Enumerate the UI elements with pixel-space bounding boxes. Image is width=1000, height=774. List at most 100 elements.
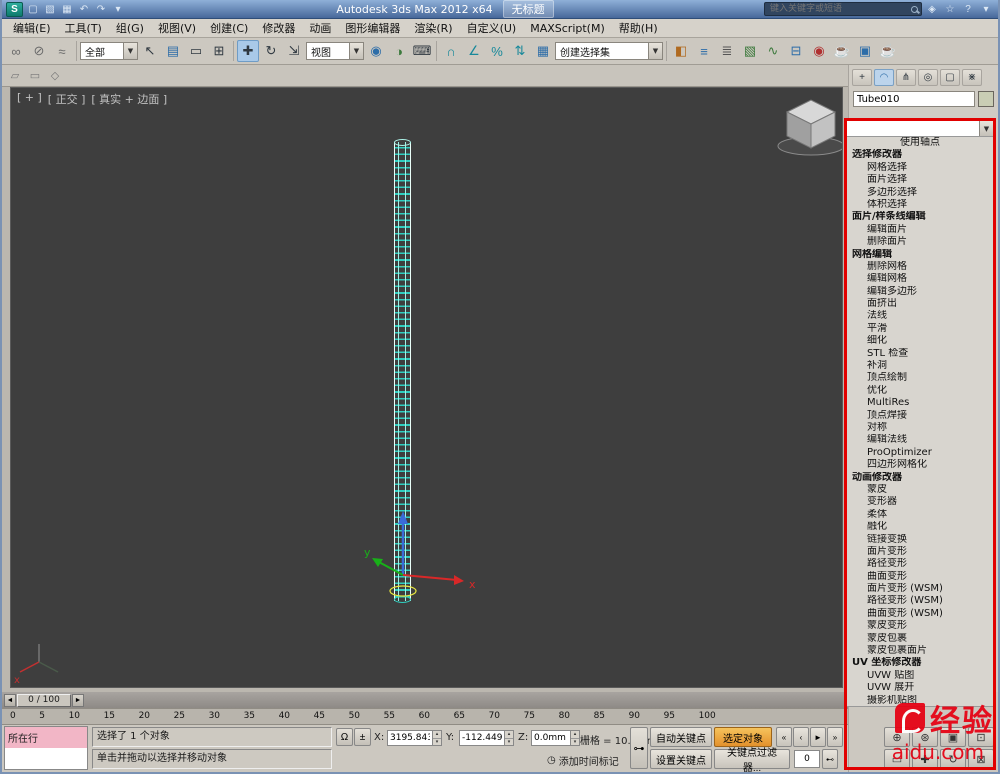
set-keys-button[interactable]: ⊶ (630, 727, 648, 769)
modifier-list-item[interactable]: 面片/样条线编辑 (847, 211, 993, 223)
modifier-list-item[interactable]: 多边形选择 (847, 187, 993, 199)
go-to-start-button[interactable]: « (776, 727, 792, 747)
application-button[interactable]: S (6, 1, 23, 17)
gizmo-x-axis[interactable] (402, 574, 458, 581)
modifier-list-item[interactable]: 补洞 (847, 360, 993, 372)
spinner-snap-toggle-icon[interactable]: ⇅ (509, 40, 531, 62)
dropdown-arrow-icon[interactable] (648, 43, 662, 59)
menu-item[interactable]: 编辑(E) (6, 20, 58, 37)
key-filters-button[interactable]: 关键点过滤器... (714, 748, 790, 772)
communication-center-icon[interactable]: ◈ (924, 2, 940, 17)
tab-hierarchy[interactable]: ⋔ (896, 68, 916, 86)
modifier-list-item[interactable]: 动画修改器 (847, 472, 993, 484)
listener-macro-pane[interactable]: 所在行 (5, 727, 87, 748)
modifier-list-item[interactable]: 删除面片 (847, 236, 993, 248)
percent-snap-toggle-icon[interactable]: % (486, 40, 508, 62)
help-icon[interactable]: ? (960, 2, 976, 17)
modifier-list-item[interactable]: UV 坐标修改器 (847, 657, 993, 669)
modifier-list-item[interactable]: 编辑面片 (847, 224, 993, 236)
current-frame-input[interactable] (794, 750, 820, 768)
keyboard-override-icon[interactable]: ⌨ (411, 40, 433, 62)
dropdown-arrow-icon[interactable] (123, 43, 137, 59)
modifier-list-item[interactable]: MultiRes (847, 397, 993, 409)
mirror-icon[interactable]: ◧ (670, 40, 692, 62)
object-color-swatch[interactable] (978, 91, 994, 107)
viewport-shading-menu[interactable]: [ 真实 + 边面 ] (91, 91, 167, 107)
modifier-list-item[interactable]: 四边形网格化 (847, 459, 993, 471)
ribbon-tab-icon[interactable]: ▭ (26, 67, 44, 85)
modifier-list-item[interactable]: 顶点焊接 (847, 410, 993, 422)
select-and-move-icon[interactable]: ✚ (237, 40, 259, 62)
previous-frame-button[interactable]: ‹ (793, 727, 809, 747)
ribbon-tab-icon[interactable]: ◇ (46, 67, 64, 85)
menu-item[interactable]: 视图(V) (151, 20, 203, 37)
object-name-input[interactable] (853, 91, 975, 107)
menu-item[interactable]: 帮助(H) (612, 20, 665, 37)
undo-icon[interactable]: ↶ (76, 2, 92, 17)
modifier-list-item[interactable]: 使用轴点 (847, 137, 993, 149)
layer-manager-icon[interactable]: ≣ (716, 40, 738, 62)
menu-item[interactable]: 创建(C) (203, 20, 255, 37)
search-input[interactable] (768, 3, 908, 15)
x-spinner-icon[interactable] (433, 729, 442, 746)
modifier-list-item[interactable]: 顶点绘制 (847, 372, 993, 384)
modifier-list-combobox[interactable] (847, 121, 993, 137)
modifier-list-item[interactable]: 曲面变形 (WSM) (847, 608, 993, 620)
add-time-tag[interactable]: ◷ 添加时间标记 (547, 753, 619, 768)
snap-toggle-3d-icon[interactable]: ∩ (440, 40, 462, 62)
modifier-list-item[interactable]: 面片变形 (847, 546, 993, 558)
viewcube[interactable] (777, 99, 843, 156)
modifier-list-item[interactable]: 编辑多边形 (847, 286, 993, 298)
x-coordinate-input[interactable] (387, 729, 433, 746)
unlink-selection-icon[interactable]: ⊘ (28, 40, 50, 62)
maxscript-mini-listener[interactable]: 所在行 (4, 726, 88, 770)
modifier-list-item[interactable]: 面片选择 (847, 174, 993, 186)
gizmo-y-axis[interactable] (376, 560, 404, 576)
transform-gizmo[interactable]: y x (364, 511, 476, 597)
modifier-list-item[interactable]: UVW 展开 (847, 682, 993, 694)
rendered-frame-window-icon[interactable]: ▣ (854, 40, 876, 62)
dropdown-arrow-icon[interactable] (349, 43, 363, 59)
track-bar[interactable]: 0 5 10 15 20 25 30 35 40 45 50 55 60 65 70 75 80 85 90 95 10… (2, 708, 848, 725)
menu-item[interactable]: 图形编辑器 (338, 20, 407, 37)
workspace-dropdown-icon[interactable]: ▾ (110, 2, 126, 17)
modifier-list-item[interactable]: 面挤出 (847, 298, 993, 310)
select-object-icon[interactable]: ↖ (139, 40, 161, 62)
modifier-list-item[interactable]: 编辑网格 (847, 273, 993, 285)
use-pivot-point-center-icon[interactable]: ◉ (365, 40, 387, 62)
infocenter-search[interactable] (764, 2, 922, 16)
listener-script-pane[interactable] (5, 748, 87, 769)
modifier-list-item[interactable]: 细化 (847, 335, 993, 347)
search-icon[interactable] (911, 5, 918, 13)
select-and-scale-icon[interactable]: ⇲ (283, 40, 305, 62)
render-production-icon[interactable]: ☕ (877, 40, 899, 62)
modifier-list-item[interactable]: 删除网格 (847, 261, 993, 273)
time-slider[interactable]: ◄ 0 / 100 ► (2, 692, 848, 708)
set-key-toggle[interactable]: 设置关键点 (650, 749, 712, 769)
angle-snap-toggle-icon[interactable]: ∠ (463, 40, 485, 62)
tab-modify[interactable]: ◠ (874, 68, 894, 86)
gizmo-plane-handle[interactable] (389, 585, 417, 597)
menu-item[interactable]: MAXScript(M) (523, 20, 612, 37)
lock-selection-toggle[interactable]: Ω (336, 728, 353, 746)
redo-icon[interactable]: ↷ (93, 2, 109, 17)
bind-to-space-warp-icon[interactable]: ≈ (51, 40, 73, 62)
ribbon-tab-icon[interactable]: ▱ (6, 67, 24, 85)
modifier-list-item[interactable]: 蒙皮包裹面片 (847, 645, 993, 657)
tab-motion[interactable]: ◎ (918, 68, 938, 86)
menu-item[interactable]: 修改器 (255, 20, 302, 37)
z-spinner-icon[interactable] (571, 729, 580, 746)
save-file-icon[interactable]: ▦ (59, 2, 75, 17)
select-and-link-icon[interactable]: ∞ (5, 40, 27, 62)
y-spinner-icon[interactable] (505, 729, 514, 746)
go-to-end-button[interactable]: » (827, 727, 843, 747)
play-button[interactable]: ► (810, 727, 826, 747)
modifier-list-item[interactable]: 融化 (847, 521, 993, 533)
tab-display[interactable]: ▢ (940, 68, 960, 86)
key-mode-toggle[interactable]: ⊷ (822, 749, 838, 769)
align-icon[interactable]: ≡ (693, 40, 715, 62)
new-scene-icon[interactable]: ▢ (25, 2, 41, 17)
modifier-list-item[interactable]: 路径变形 (WSM) (847, 595, 993, 607)
time-back-arrow[interactable]: ◄ (4, 693, 16, 707)
modifier-list-item[interactable]: 对称 (847, 422, 993, 434)
